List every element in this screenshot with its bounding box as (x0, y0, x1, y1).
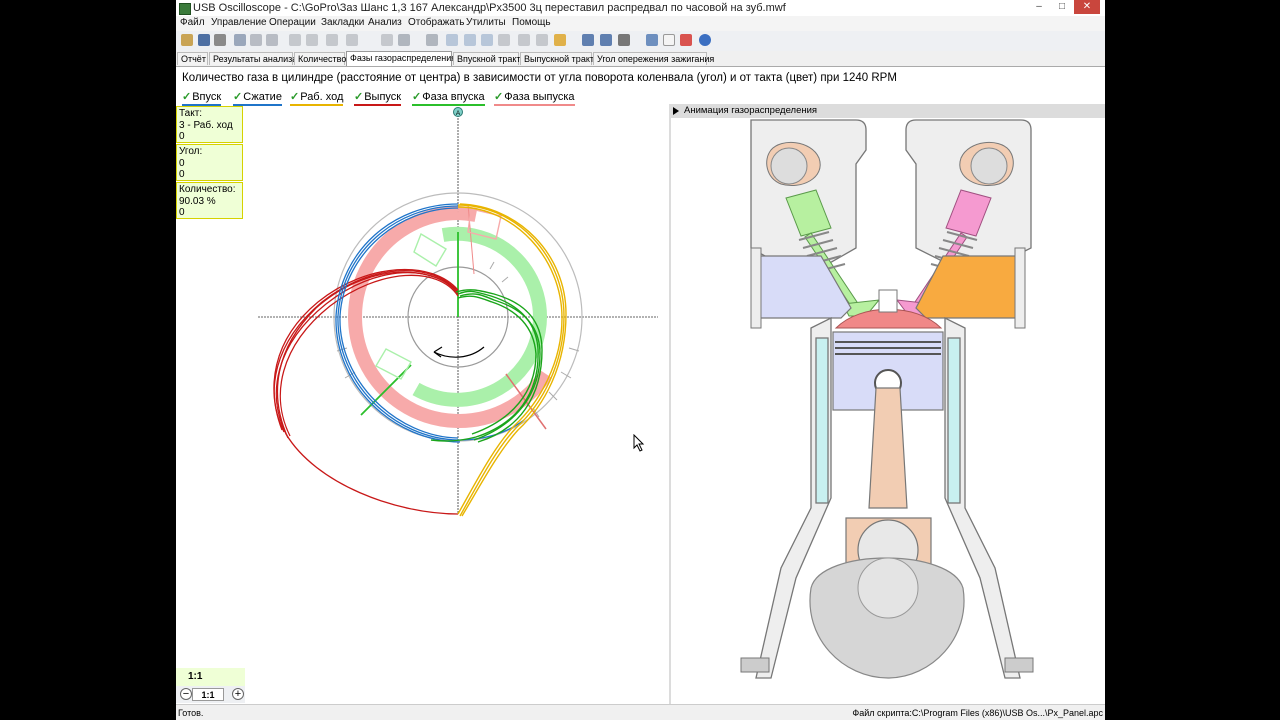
page-icon[interactable] (663, 34, 675, 46)
tab-amount[interactable]: Количество (294, 52, 346, 65)
chart-heading: Количество газа в цилиндре (расстояние о… (182, 72, 897, 84)
angle-value-2: 0 (179, 169, 185, 180)
takt-label: Такт: (179, 108, 203, 119)
animation-panel-header[interactable]: Анимация газораспределения (671, 104, 1105, 118)
menu-help[interactable]: Помощь (512, 17, 551, 28)
tab-report[interactable]: Отчёт (177, 52, 208, 65)
crankshaft (809, 557, 965, 679)
status-text: Готов. (178, 708, 204, 718)
tab-exhaust-tract[interactable]: Выпускной тракт (520, 52, 594, 65)
menu-operations[interactable]: Операции (269, 17, 316, 28)
cursor-icon[interactable] (289, 34, 301, 46)
grid-icon[interactable] (498, 34, 510, 46)
angle-value: 0 (179, 157, 185, 169)
menu-view[interactable]: Отображать (408, 17, 464, 28)
app-window: USB Oscilloscope - C:\GoPro\Заз Шанс 1,3… (176, 0, 1105, 720)
amount-value-2: 0 (179, 207, 185, 218)
table-icon[interactable] (518, 34, 530, 46)
menu-bookmarks[interactable]: Закладки (321, 17, 364, 28)
tab-valve-timing[interactable]: Фазы газораспределения (346, 51, 456, 66)
minimize-button[interactable]: – (1029, 0, 1049, 14)
checkmark-icon: ✓ (494, 91, 504, 103)
rotation-arrow (433, 346, 485, 358)
zoom-icon[interactable] (346, 34, 358, 46)
info-panel: Такт: 3 - Раб. ход 0 Угол: 0 0 Количеств… (176, 106, 245, 686)
checkmark-icon: ✓ (290, 91, 300, 103)
script-file-status: Файл скрипта:C:\Program Files (x86)\USB … (852, 708, 1103, 718)
marker-icon[interactable] (426, 34, 438, 46)
undo-icon[interactable] (381, 34, 393, 46)
menu-file[interactable]: Файл (180, 17, 205, 28)
menu-bar: Файл Управление Операции Закладки Анализ… (176, 16, 1105, 31)
trigger-icon[interactable] (326, 34, 338, 46)
connecting-rod (845, 387, 932, 581)
measure-icon[interactable] (306, 34, 318, 46)
layers-icon[interactable] (536, 34, 548, 46)
close-button[interactable]: ✕ (1074, 0, 1100, 14)
check-all-icon[interactable] (464, 34, 476, 46)
scale-label: 1:1 (176, 668, 245, 686)
collapse-arrow-icon[interactable] (673, 107, 679, 115)
camshaft-lobes (766, 141, 1014, 186)
takt-value: 3 - Раб. ход (179, 119, 233, 131)
maximize-button[interactable]: □ (1052, 0, 1072, 14)
toolbar (176, 31, 1105, 52)
title-bar: USB Oscilloscope - C:\GoPro\Заз Шанс 1,3… (176, 0, 1105, 17)
filter-icon[interactable] (398, 34, 410, 46)
folder-icon[interactable] (554, 34, 566, 46)
animation-panel-title: Анимация газораспределения (684, 105, 818, 116)
angle-label: Угол: (179, 146, 203, 157)
channels-2-icon[interactable] (600, 34, 612, 46)
amount-box: Количество: 90.03 % 0 (176, 182, 243, 219)
amount-value: 90.03 % (179, 195, 216, 207)
checkmark-icon: ✓ (354, 91, 364, 103)
checkmark-icon: ✓ (233, 91, 243, 103)
zoom-in-button[interactable]: + (232, 688, 244, 700)
open-icon[interactable] (181, 34, 193, 46)
zoom-out-button[interactable]: − (180, 688, 192, 700)
paste-icon[interactable] (266, 34, 278, 46)
polar-chart[interactable]: A (246, 104, 668, 702)
angle-box: Угол: 0 0 (176, 144, 243, 181)
display-icon[interactable] (618, 34, 630, 46)
channels-icon[interactable] (582, 34, 594, 46)
window-title: USB Oscilloscope - C:\GoPro\Заз Шанс 1,3… (193, 2, 786, 14)
menu-control[interactable]: Управление (211, 17, 267, 28)
checkmark-icon: ✓ (182, 91, 192, 103)
print-icon[interactable] (214, 34, 226, 46)
tab-bar: Отчёт Результаты анализа Количество Фазы… (176, 51, 1105, 67)
svg-text:A: A (456, 110, 461, 117)
delete-icon[interactable] (680, 34, 692, 46)
copy-icon[interactable] (250, 34, 262, 46)
checkmark-icon: ✓ (412, 91, 422, 103)
app-icon (179, 3, 191, 15)
help-icon[interactable] (699, 34, 711, 46)
tab-analysis-results[interactable]: Результаты анализа (209, 52, 297, 65)
engine-animation (740, 119, 1034, 679)
check-icon[interactable] (446, 34, 458, 46)
menu-analysis[interactable]: Анализ (368, 17, 402, 28)
legend-item-intake[interactable]: ✓Впуск (182, 90, 222, 106)
tab-intake-tract[interactable]: Впускной тракт (453, 52, 521, 65)
save-icon[interactable] (198, 34, 210, 46)
takt-value-2: 0 (179, 131, 185, 142)
window-icon[interactable] (646, 34, 658, 46)
chart-top-marker[interactable]: A (453, 107, 463, 118)
takt-box: Такт: 3 - Раб. ход 0 (176, 106, 243, 143)
zoom-value[interactable]: 1:1 (192, 688, 224, 701)
status-bar: Готов. Файл скрипта:C:\Program Files (x8… (176, 704, 1105, 720)
animation-panel: Анимация газораспределения (671, 104, 1105, 704)
mouse-cursor-icon (633, 434, 645, 452)
zoom-bar: − 1:1 + (176, 686, 245, 703)
menu-utilities[interactable]: Утилиты (466, 17, 506, 28)
tab-ignition-advance[interactable]: Угол опережения зажигания (593, 52, 714, 65)
check-selected-icon[interactable] (481, 34, 493, 46)
amount-label: Количество: (179, 184, 236, 195)
legend: ✓Впуск ✓Сжатие ✓Раб. ход ✓Выпуск ✓Фаза в… (176, 90, 670, 106)
export-icon[interactable] (234, 34, 246, 46)
